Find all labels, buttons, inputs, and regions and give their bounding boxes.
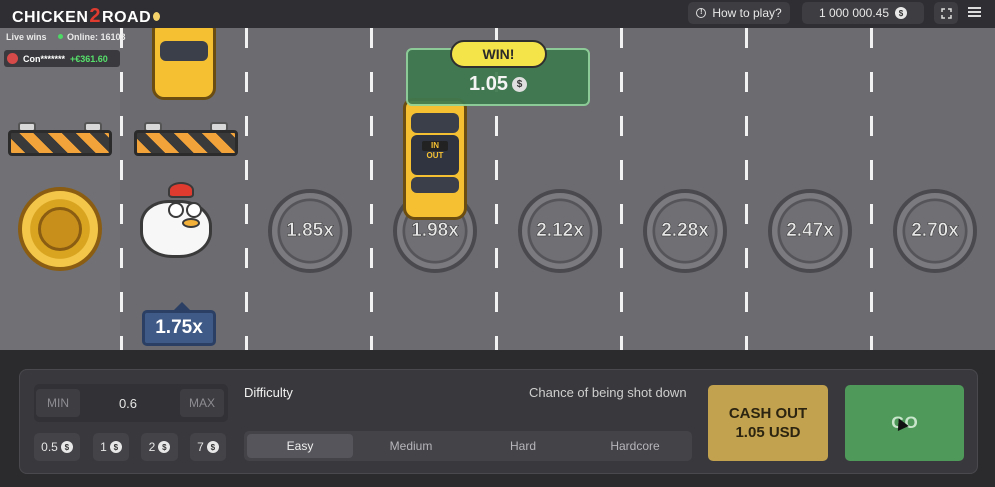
fullscreen-button[interactable] [934, 2, 958, 24]
bet-chip[interactable]: 2 $ [141, 433, 178, 461]
multiplier-manhole: 2.47x [768, 189, 852, 273]
info-icon: ! [696, 8, 707, 18]
multiplier-manhole: 2.70x [893, 189, 977, 273]
lane-line [870, 28, 873, 350]
currency-icon: $ [511, 76, 527, 92]
cash-out-button[interactable]: CASH OUT 1.05 USD [708, 385, 828, 461]
taxi-car [152, 28, 216, 100]
currency-icon: $ [109, 441, 122, 453]
currency-icon: $ [895, 7, 908, 19]
menu-icon[interactable] [968, 7, 981, 17]
how-to-play-button[interactable]: ! How to play? [688, 2, 790, 24]
lane-line [120, 28, 123, 350]
car-roof-sign: IN OUT [422, 141, 448, 160]
live-win-amount: +€361.60 [70, 53, 108, 64]
multiplier-manhole: 2.28x [643, 189, 727, 273]
difficulty-tab-hardcore[interactable]: Hardcore [582, 434, 688, 458]
chicken-icon [138, 180, 220, 262]
win-amount: 1.05 [469, 72, 508, 95]
min-bet-button[interactable]: MIN [36, 389, 80, 417]
live-win-row: Con******* +€361.60 [4, 50, 120, 67]
bet-chip[interactable]: 1 $ [93, 433, 129, 461]
win-badge: WIN! [450, 40, 547, 68]
chip-value: 1 [100, 440, 107, 454]
difficulty-tab-hard[interactable]: Hard [470, 434, 576, 458]
how-to-play-label: How to play? [712, 6, 782, 20]
difficulty-label: Difficulty [244, 385, 293, 400]
lane-line [245, 28, 248, 350]
currency-icon: $ [158, 441, 171, 453]
balance-value: 1 000 000.45 [818, 6, 890, 20]
bet-amount-input[interactable]: 0.6 [90, 389, 166, 417]
barrier-stripes [8, 130, 112, 156]
taxi-car: IN OUT [403, 98, 467, 220]
difficulty-tab-medium[interactable]: Medium [358, 434, 464, 458]
cash-out-amount: 1.05 USD [735, 424, 801, 441]
cash-out-label: CASH OUT [728, 405, 808, 422]
chicken-eye [186, 202, 202, 218]
road-barrier [8, 122, 112, 160]
chip-value: 0.5 [41, 440, 58, 454]
balance-display: 1 000 000.45 $ [802, 2, 924, 24]
logo-text-chicken: CHICKEN [12, 9, 89, 26]
chance-label: Chance of being shot down [529, 385, 687, 400]
difficulty-tab-easy[interactable]: Easy [247, 434, 353, 458]
car-windshield [411, 113, 459, 133]
logo-text-two: 2 [89, 5, 102, 27]
currency-icon: $ [60, 441, 73, 453]
game-logo: CHICKEN2ROAD [12, 5, 161, 28]
online-count-text: Online: 16103 [67, 32, 126, 42]
chicken-comb [168, 182, 194, 198]
chicken-coin-icon [18, 187, 102, 271]
current-multiplier-tag: 1.75x [142, 302, 216, 346]
online-count: Online: 16103 [58, 32, 126, 42]
lane-line [370, 28, 373, 350]
bet-chip[interactable]: 7 $ [190, 433, 226, 461]
barrier-stripes [134, 130, 238, 156]
multiplier-manhole: 2.12x [518, 189, 602, 273]
multiplier-manhole: 1.85x [268, 189, 352, 273]
online-dot-icon [58, 34, 63, 39]
lane-line [745, 28, 748, 350]
egg-icon [153, 12, 161, 21]
chicken-eye [168, 202, 184, 218]
bet-chip[interactable]: 0.5 $ [34, 433, 80, 461]
game-screen: CHICKEN2ROAD ! How to play? 1 000 000.45… [0, 0, 995, 487]
car-rear-window [411, 177, 459, 193]
chip-value: 2 [148, 440, 156, 454]
chip-value: 7 [197, 440, 204, 454]
lane-line [620, 28, 623, 350]
logo-text-road: ROAD [102, 9, 152, 26]
top-bar: CHICKEN2ROAD ! How to play? 1 000 000.45… [0, 0, 995, 28]
max-bet-button[interactable]: MAX [180, 389, 224, 417]
car-windshield [160, 41, 208, 61]
avatar [7, 53, 18, 64]
fullscreen-icon [940, 7, 952, 19]
live-win-user: Con******* [23, 53, 66, 64]
chicken-beak [182, 218, 200, 228]
currency-icon: $ [206, 441, 219, 453]
live-wins-label: Live wins [6, 32, 47, 42]
coin-inner [38, 207, 82, 251]
road-barrier [134, 122, 238, 160]
